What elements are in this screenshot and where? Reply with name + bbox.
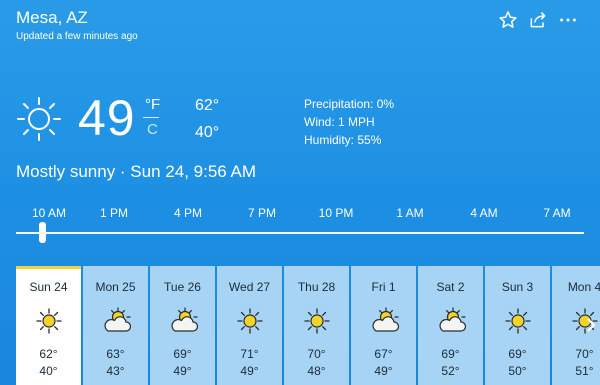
partly-cloudy-icon (101, 306, 131, 336)
hour-label: 10 AM (31, 206, 67, 220)
day-card[interactable]: Mon 25 63° 43° (83, 266, 148, 385)
day-card[interactable]: Fri 1 67° 49° (351, 266, 416, 385)
partly-cloudy-icon (436, 306, 466, 336)
day-low: 51° (575, 364, 594, 378)
hourly-slider-thumb[interactable] (39, 222, 46, 243)
hour-label: 7 PM (247, 206, 276, 220)
day-card[interactable]: Thu 28 70° 48° (284, 266, 349, 385)
more-icon[interactable] (557, 9, 579, 31)
unit-celsius[interactable]: C (147, 121, 158, 138)
hour-label: 1 AM (396, 206, 424, 220)
day-low: 49° (173, 364, 192, 378)
location-title: Mesa, AZ (16, 8, 88, 27)
day-high: 71° (240, 347, 259, 361)
partly-cloudy-icon (369, 306, 399, 336)
day-card[interactable]: Sun 3 69° 50° (485, 266, 550, 385)
day-name: Sat 2 (436, 280, 465, 294)
chevron-right-icon[interactable] (586, 317, 596, 338)
partly-cloudy-icon (168, 306, 198, 336)
share-icon[interactable] (527, 9, 549, 31)
hour-label: 4 AM (470, 206, 498, 220)
day-name: Sun 3 (501, 280, 534, 294)
low-temperature: 40° (195, 124, 220, 141)
unit-divider (143, 117, 159, 118)
hour-label: 7 AM (543, 206, 571, 220)
day-name: Mon 4 (567, 280, 600, 294)
day-name: Tue 26 (164, 280, 201, 294)
day-card[interactable]: Sun 24 62° 40° (16, 266, 81, 385)
sunny-icon (34, 306, 64, 336)
sunny-icon (235, 306, 265, 336)
day-high: 69° (508, 347, 527, 361)
precipitation-text: Precipitation: 0% (304, 97, 395, 111)
day-high: 69° (441, 347, 460, 361)
day-low: 50° (508, 364, 527, 378)
day-high: 69° (173, 347, 192, 361)
day-card[interactable]: Wed 27 71° 49° (217, 266, 282, 385)
day-card[interactable]: Tue 26 69° 49° (150, 266, 215, 385)
day-high: 70° (575, 347, 594, 361)
humidity-text: Humidity: 55% (304, 133, 382, 147)
day-low: 52° (441, 364, 460, 378)
high-temperature: 62° (195, 97, 220, 114)
condition-text: Mostly sunny · Sun 24, 9:56 AM (16, 162, 257, 181)
sunny-icon (16, 96, 62, 142)
day-low: 49° (240, 364, 259, 378)
day-name: Fri 1 (371, 280, 396, 294)
sunny-icon (302, 306, 332, 336)
wind-text: Wind: 1 MPH (304, 115, 375, 129)
unit-fahrenheit[interactable]: °F (145, 96, 160, 113)
day-name: Mon 25 (95, 280, 136, 294)
day-high: 67° (374, 347, 393, 361)
day-name: Sun 24 (29, 280, 68, 294)
star-icon[interactable] (497, 9, 519, 31)
updated-text: Updated a few minutes ago (16, 31, 138, 42)
day-low: 40° (39, 364, 58, 378)
day-low: 43° (106, 364, 125, 378)
sunny-icon (503, 306, 533, 336)
hour-label: 4 PM (173, 206, 202, 220)
day-high: 63° (106, 347, 125, 361)
day-low: 48° (307, 364, 326, 378)
day-name: Wed 27 (228, 280, 271, 294)
day-name: Thu 28 (297, 280, 336, 294)
hour-label: 10 PM (318, 206, 354, 220)
current-temperature: 49 (78, 90, 136, 146)
hour-label: 1 PM (99, 206, 128, 220)
day-high: 70° (307, 347, 326, 361)
day-card[interactable]: Sat 2 69° 52° (418, 266, 483, 385)
hourly-slider-track[interactable] (16, 232, 584, 234)
day-low: 49° (374, 364, 393, 378)
day-high: 62° (39, 347, 58, 361)
